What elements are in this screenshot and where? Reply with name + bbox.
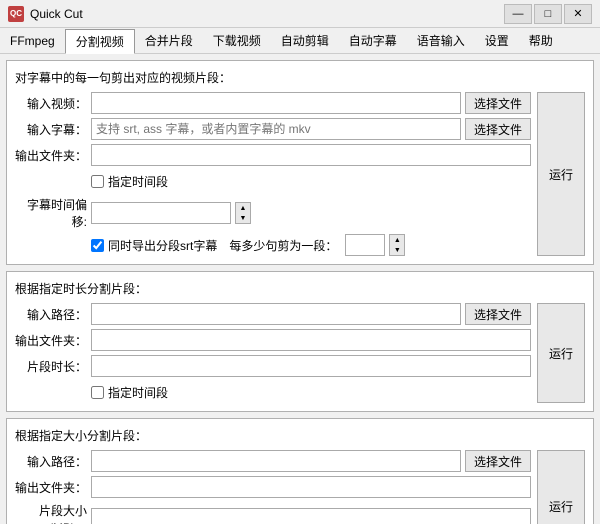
panel3-output-folder-label: 输出文件夹： bbox=[15, 479, 87, 496]
video-input-row: 输入视频： 选择文件 bbox=[15, 92, 531, 114]
time-offset-spinner: ▲ ▼ bbox=[235, 202, 251, 224]
panel2-input-path-row: 输入路径： 选择文件 bbox=[15, 303, 531, 325]
specify-time-checkbox1[interactable] bbox=[91, 175, 104, 188]
subtitle-input-field[interactable] bbox=[91, 118, 461, 140]
video-select-file-button[interactable]: 选择文件 bbox=[465, 92, 531, 114]
menu-item-auto-cut[interactable]: 自动剪辑 bbox=[271, 28, 339, 53]
panel2-input-path-field[interactable] bbox=[91, 303, 461, 325]
time-offset-down[interactable]: ▼ bbox=[236, 213, 250, 223]
output-folder-field[interactable] bbox=[91, 144, 531, 166]
panel3-body: 输入路径： 选择文件 输出文件夹： 片段大小(MB)： 指定时间段 bbox=[15, 450, 585, 524]
panel2-duration-label: 片段时长： bbox=[15, 358, 87, 375]
panel3-select-file-button[interactable]: 选择文件 bbox=[465, 450, 531, 472]
panel3-size-label: 片段大小(MB)： bbox=[15, 502, 87, 524]
menu-item-merge-clips[interactable]: 合并片段 bbox=[135, 28, 203, 53]
panel2-specify-time-checkbox[interactable] bbox=[91, 386, 104, 399]
panel2-run-button[interactable]: 运行 bbox=[537, 303, 585, 403]
split-spinner: ▲ ▼ bbox=[389, 234, 405, 256]
export-srt-checkbox[interactable] bbox=[91, 239, 104, 252]
menu-item-voice-input[interactable]: 语音输入 bbox=[407, 28, 475, 53]
panel3-output-folder-row: 输出文件夹： bbox=[15, 476, 531, 498]
panel1-fields: 输入视频： 选择文件 输入字幕： 选择文件 输出文件夹： bbox=[15, 92, 531, 256]
panel2-input-path-label: 输入路径： bbox=[15, 306, 87, 323]
panel1-run-button[interactable]: 运行 bbox=[537, 92, 585, 256]
panel2-duration-field[interactable] bbox=[91, 355, 531, 377]
video-input-label: 输入视频： bbox=[15, 95, 87, 112]
menu-item-download-video[interactable]: 下载视频 bbox=[203, 28, 271, 53]
panel3-output-folder-field[interactable] bbox=[91, 476, 531, 498]
menu-item-ffmpeg[interactable]: FFmpeg bbox=[0, 28, 65, 53]
panel2-specify-time-row: 指定时间段 bbox=[15, 381, 531, 403]
size-split-panel: 根据指定大小分割片段： 输入路径： 选择文件 输出文件夹： 片段大小(MB)： bbox=[6, 418, 594, 524]
panel2-output-folder-label: 输出文件夹： bbox=[15, 332, 87, 349]
subtitle-select-file-button[interactable]: 选择文件 bbox=[465, 118, 531, 140]
subtitle-input-label: 输入字幕： bbox=[15, 121, 87, 138]
split-value-input[interactable]: 1 bbox=[345, 234, 385, 256]
maximize-button[interactable]: □ bbox=[534, 4, 562, 24]
output-folder-row: 输出文件夹： bbox=[15, 144, 531, 166]
panel2-specify-time-label: 指定时间段 bbox=[108, 384, 168, 401]
specify-time-label1: 指定时间段 bbox=[108, 173, 168, 190]
split-up[interactable]: ▲ bbox=[390, 235, 404, 245]
content-area: 对字幕中的每一句剪出对应的视频片段： 输入视频： 选择文件 输入字幕： 选择文件 bbox=[0, 54, 600, 524]
panel3-input-path-row: 输入路径： 选择文件 bbox=[15, 450, 531, 472]
subtitle-input-row: 输入字幕： 选择文件 bbox=[15, 118, 531, 140]
time-offset-label: 字幕时间偏移: bbox=[15, 196, 87, 230]
time-offset-input[interactable]: 0.00 bbox=[91, 202, 231, 224]
panel2-title: 根据指定时长分割片段： bbox=[15, 280, 585, 297]
time-offset-up[interactable]: ▲ bbox=[236, 203, 250, 213]
window-title: Quick Cut bbox=[30, 7, 504, 21]
menu-item-auto-subtitle[interactable]: 自动字幕 bbox=[339, 28, 407, 53]
panel1-body: 输入视频： 选择文件 输入字幕： 选择文件 输出文件夹： bbox=[15, 92, 585, 256]
panel3-input-path-field[interactable] bbox=[91, 450, 461, 472]
duration-split-panel: 根据指定时长分割片段： 输入路径： 选择文件 输出文件夹： 片段时长： bbox=[6, 271, 594, 412]
minimize-button[interactable]: — bbox=[504, 4, 532, 24]
panel2-body: 输入路径： 选择文件 输出文件夹： 片段时长： 指定时间段 bbox=[15, 303, 585, 403]
subtitle-split-panel: 对字幕中的每一句剪出对应的视频片段： 输入视频： 选择文件 输入字幕： 选择文件 bbox=[6, 60, 594, 265]
video-input-field[interactable] bbox=[91, 92, 461, 114]
panel2-output-folder-row: 输出文件夹： bbox=[15, 329, 531, 351]
specify-time-checkbox-row: 指定时间段 bbox=[91, 173, 168, 190]
menu-bar: FFmpeg 分割视频 合并片段 下载视频 自动剪辑 自动字幕 语音输入 设置 … bbox=[0, 28, 600, 54]
menu-item-help[interactable]: 帮助 bbox=[519, 28, 563, 53]
menu-item-split-video[interactable]: 分割视频 bbox=[65, 29, 135, 54]
time-offset-row: 字幕时间偏移: 0.00 ▲ ▼ bbox=[15, 196, 531, 230]
specify-time-row1: 指定时间段 bbox=[15, 170, 531, 192]
panel2-select-file-button[interactable]: 选择文件 bbox=[465, 303, 531, 325]
export-srt-label: 同时导出分段srt字幕 bbox=[108, 237, 217, 254]
output-folder-label: 输出文件夹： bbox=[15, 147, 87, 164]
close-button[interactable]: ✕ bbox=[564, 4, 592, 24]
panel3-run-button[interactable]: 运行 bbox=[537, 450, 585, 524]
window-controls: — □ ✕ bbox=[504, 4, 592, 24]
export-srt-row: 同时导出分段srt字幕 每多少句剪为一段： 1 ▲ ▼ bbox=[15, 234, 531, 256]
panel2-duration-row: 片段时长： bbox=[15, 355, 531, 377]
panel3-size-row: 片段大小(MB)： bbox=[15, 502, 531, 524]
panel3-size-field[interactable] bbox=[91, 508, 531, 524]
panel3-fields: 输入路径： 选择文件 输出文件夹： 片段大小(MB)： 指定时间段 bbox=[15, 450, 531, 524]
split-down[interactable]: ▼ bbox=[390, 245, 404, 255]
time-offset-control: 0.00 ▲ ▼ bbox=[91, 202, 251, 224]
panel2-output-folder-field[interactable] bbox=[91, 329, 531, 351]
menu-item-settings[interactable]: 设置 bbox=[475, 28, 519, 53]
app-icon: QC bbox=[8, 6, 24, 22]
panel1-title: 对字幕中的每一句剪出对应的视频片段： bbox=[15, 69, 585, 86]
panel3-title: 根据指定大小分割片段： bbox=[15, 427, 585, 444]
panel2-specify-time-checkbox-row: 指定时间段 bbox=[91, 384, 168, 401]
panel3-input-path-label: 输入路径： bbox=[15, 453, 87, 470]
split-label: 每多少句剪为一段： bbox=[229, 237, 337, 254]
title-bar: QC Quick Cut — □ ✕ bbox=[0, 0, 600, 28]
export-srt-checkbox-row: 同时导出分段srt字幕 bbox=[91, 237, 217, 254]
panel2-fields: 输入路径： 选择文件 输出文件夹： 片段时长： 指定时间段 bbox=[15, 303, 531, 403]
